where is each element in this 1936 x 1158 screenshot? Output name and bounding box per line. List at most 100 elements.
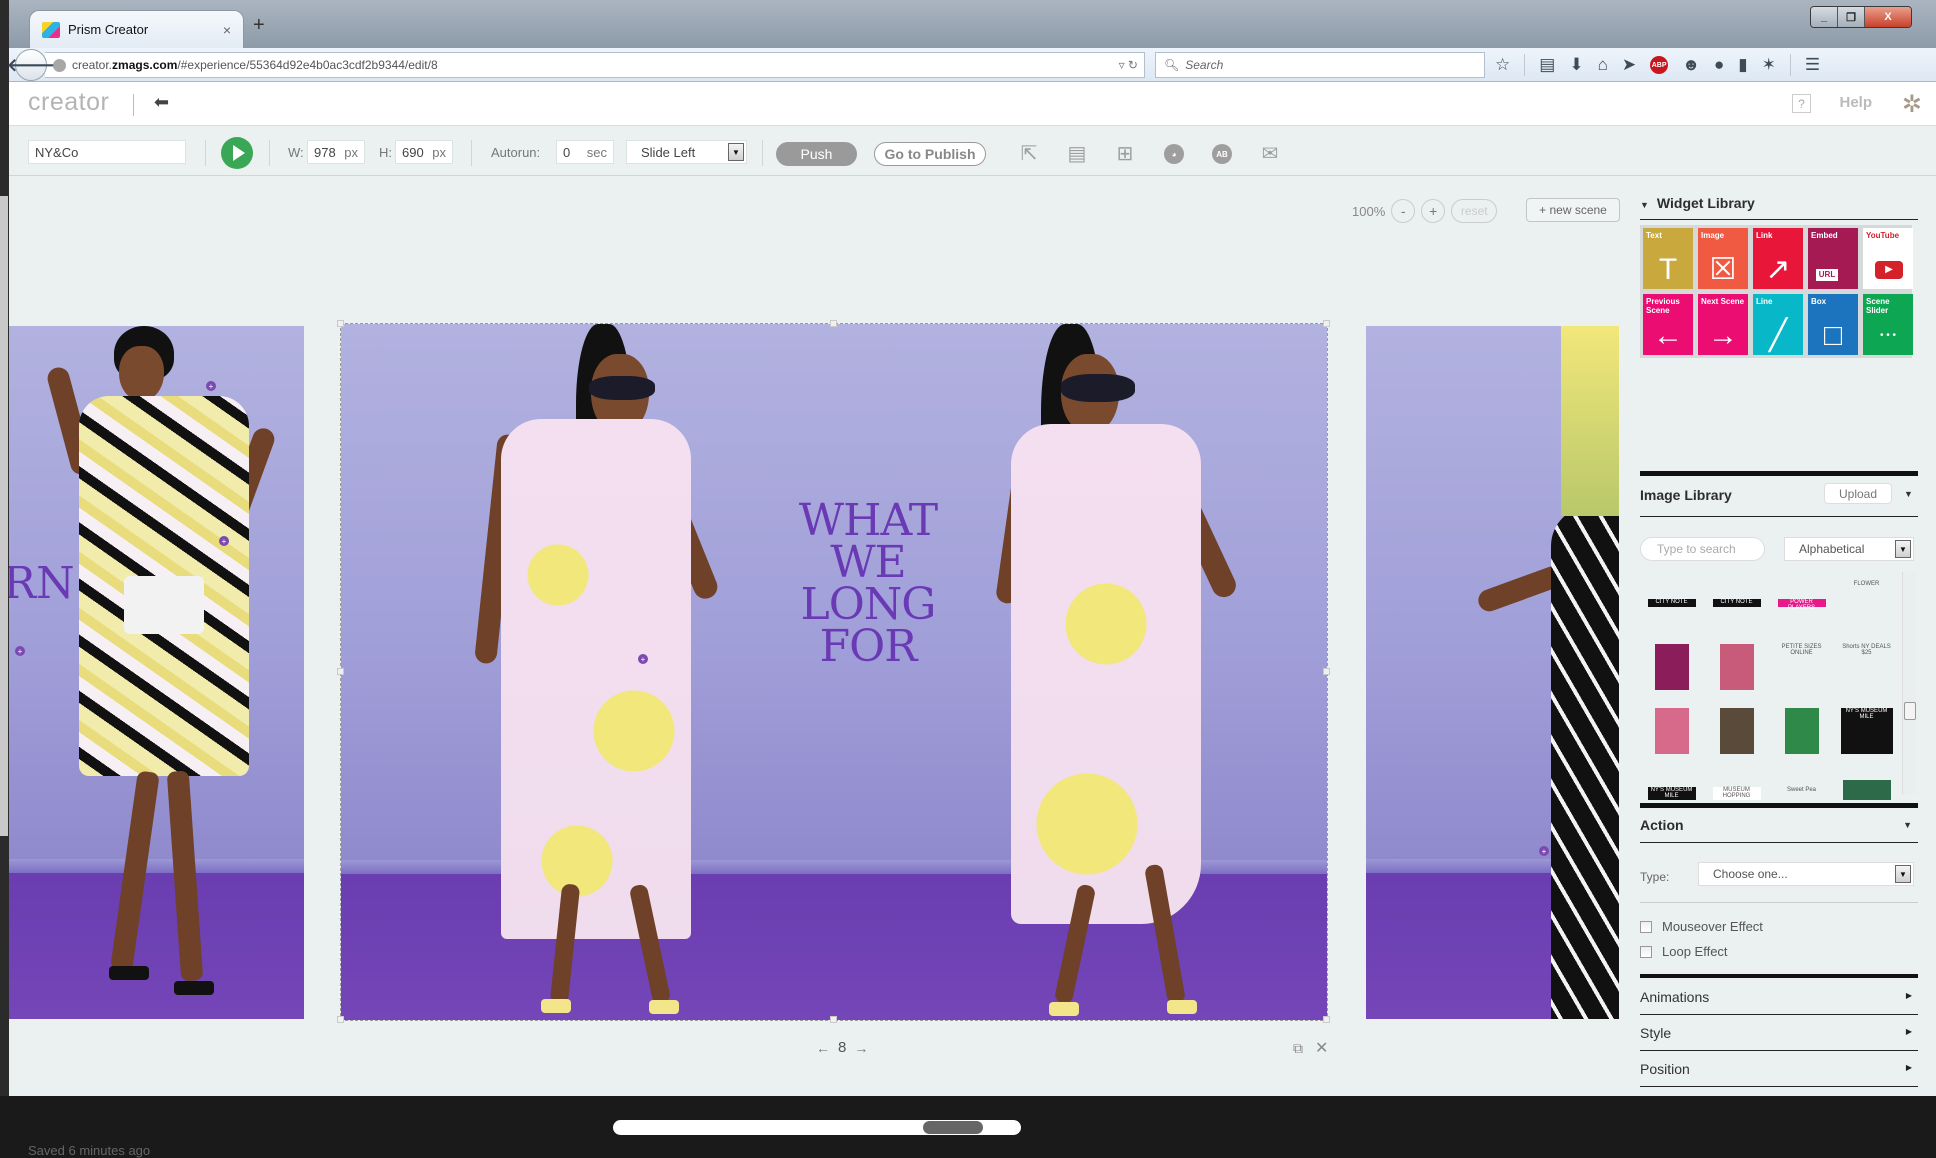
scrollbar-thumb[interactable] [1904,702,1916,720]
widget-embed[interactable]: Embed URL [1808,228,1858,289]
scene-previous[interactable]: RN + + + [9,326,304,1019]
widget-link[interactable]: Link ↗ [1753,228,1803,289]
clipboard-icon[interactable]: ▮ [1738,55,1747,75]
autorun-input[interactable]: 0 sec [556,140,614,164]
image-library-scrollbar[interactable] [1902,572,1916,794]
style-section[interactable]: Style ▶ [1640,1025,1918,1041]
image-thumbnail[interactable] [1770,700,1833,762]
close-tab-icon[interactable]: × [223,22,231,38]
resize-handle[interactable] [337,668,344,675]
resize-handle[interactable] [337,1016,344,1023]
gear-icon[interactable]: ✲ [1902,90,1922,119]
zoom-in-button[interactable]: + [1421,199,1446,223]
widget-box[interactable]: Box □ [1808,294,1858,355]
share-icon[interactable]: ⇱ [1017,142,1041,165]
email-icon[interactable]: ✉ [1258,142,1282,165]
adblock-icon[interactable]: ABP [1650,56,1669,74]
chat-icon[interactable]: ☻ [1682,55,1700,75]
back-arrow-icon[interactable]: ⬅ [154,92,169,113]
widget-previous-scene[interactable]: Previous Scene ← [1643,294,1693,355]
widget-line[interactable]: Line ╱ [1753,294,1803,355]
action-header[interactable]: Action ▼ [1640,817,1918,833]
back-button[interactable]: 🡐 [7,49,55,81]
play-preview-button[interactable] [221,137,253,169]
image-thumbnail[interactable] [1640,636,1703,698]
checkbox[interactable] [1640,920,1652,933]
chevron-down-icon[interactable]: ▼ [728,143,744,161]
image-thumbnail[interactable]: CITY NOTE [1705,572,1768,634]
widget-next-scene[interactable]: Next Scene → [1698,294,1748,355]
widget-image[interactable]: Image ☒ [1698,228,1748,289]
animations-section[interactable]: Animations ▶ [1640,989,1918,1005]
upload-button[interactable]: Upload [1824,483,1892,504]
previous-scene-arrow[interactable]: ← [816,1040,830,1056]
image-thumbnail[interactable]: POWER PLAYERS [1770,572,1833,634]
firebug-icon[interactable]: ✶ [1762,55,1776,75]
next-scene-arrow[interactable]: → [854,1040,868,1056]
collapse-triangle-icon[interactable]: ▼ [1904,489,1913,499]
go-to-publish-button[interactable]: Go to Publish [874,142,986,166]
action-type-select[interactable]: Choose one... ▼ [1698,862,1914,886]
send-icon[interactable]: ➤ [1622,55,1636,75]
resize-handle[interactable] [830,320,837,327]
image-thumbnail[interactable]: NY'S MUSEUM MILE [1835,700,1898,762]
image-thumbnail[interactable] [1640,700,1703,762]
delete-scene-icon[interactable]: ✕ [1315,1038,1328,1058]
widget-library-header[interactable]: ▼ Widget Library [1640,195,1918,211]
hotspot-icon[interactable]: + [219,536,229,546]
widget-text[interactable]: Text T [1643,228,1693,289]
width-input[interactable]: 978 px [307,140,365,164]
resize-handle[interactable] [337,320,344,327]
help-question-icon[interactable]: ? [1792,94,1811,113]
extension-icon[interactable]: ● [1714,55,1724,75]
help-link[interactable]: Help [1839,94,1872,111]
resize-handle[interactable] [830,1016,837,1023]
chevron-down-icon[interactable]: ▼ [1895,540,1911,558]
resize-handle[interactable] [1323,668,1330,675]
bookmark-star-icon[interactable]: ☆ [1495,55,1510,75]
globe-icon[interactable]: ◕ [1164,144,1184,164]
hotspot-icon[interactable]: + [15,646,25,656]
new-tab-button[interactable]: + [253,14,265,37]
height-input[interactable]: 690 px [395,140,453,164]
comment-icon[interactable]: ▤ [1065,142,1089,165]
zoom-out-button[interactable]: - [1391,199,1416,223]
widget-scene-slider[interactable]: Scene Slider • • • [1863,294,1913,355]
add-comment-icon[interactable]: ⊞ [1113,142,1137,165]
sort-select[interactable]: Alphabetical ▼ [1784,537,1914,561]
reload-icon[interactable]: ▿ ↻ [1119,58,1138,72]
image-thumbnail[interactable]: MUSEUM HOPPING [1705,764,1768,800]
scene-current[interactable]: WHAT WE LONG FOR + [337,320,1330,1023]
image-thumbnail[interactable] [1705,636,1768,698]
hotspot-icon[interactable]: + [1539,846,1549,856]
close-window-button[interactable]: X [1865,7,1911,27]
position-section[interactable]: Position ▶ [1640,1061,1918,1077]
hotspot-icon[interactable]: + [638,654,648,664]
restore-button[interactable]: ❐ [1838,7,1865,27]
mouseover-effect-checkbox[interactable]: Mouseover Effect [1640,919,1763,934]
home-icon[interactable]: ⌂ [1598,55,1608,75]
menu-icon[interactable]: ☰ [1805,55,1820,75]
search-input[interactable]: 🔍︎ Search [1155,52,1485,78]
experience-name-input[interactable]: NY&Co [28,140,186,164]
reading-list-icon[interactable]: ▤ [1539,55,1555,75]
loop-effect-checkbox[interactable]: Loop Effect [1640,944,1728,959]
hotspot-icon[interactable]: + [206,381,216,391]
browser-tab[interactable]: Prism Creator × [29,10,244,48]
ab-test-icon[interactable]: AB [1212,144,1232,164]
widget-youtube[interactable]: YouTube ▶ [1863,228,1913,289]
zoom-reset-button[interactable]: reset [1451,199,1498,223]
image-thumbnail[interactable]: NY'S MUSEUM MILE [1640,764,1703,800]
minimize-button[interactable]: _ [1811,7,1838,27]
horizontal-scrollbar[interactable] [613,1120,1021,1135]
chevron-down-icon[interactable]: ▼ [1895,865,1911,883]
slide-headline[interactable]: WHAT WE LONG FOR [788,499,948,669]
push-button[interactable]: Push [776,142,857,166]
transition-select[interactable]: Slide Left ▼ [626,140,747,164]
checkbox[interactable] [1640,945,1652,958]
new-scene-button[interactable]: + new scene [1526,198,1620,222]
image-thumbnail[interactable] [1705,700,1768,762]
download-icon[interactable]: ⬇ [1569,55,1583,75]
image-thumbnail[interactable]: FLOWER [1835,572,1898,634]
image-search-input[interactable]: Type to search [1640,537,1765,561]
